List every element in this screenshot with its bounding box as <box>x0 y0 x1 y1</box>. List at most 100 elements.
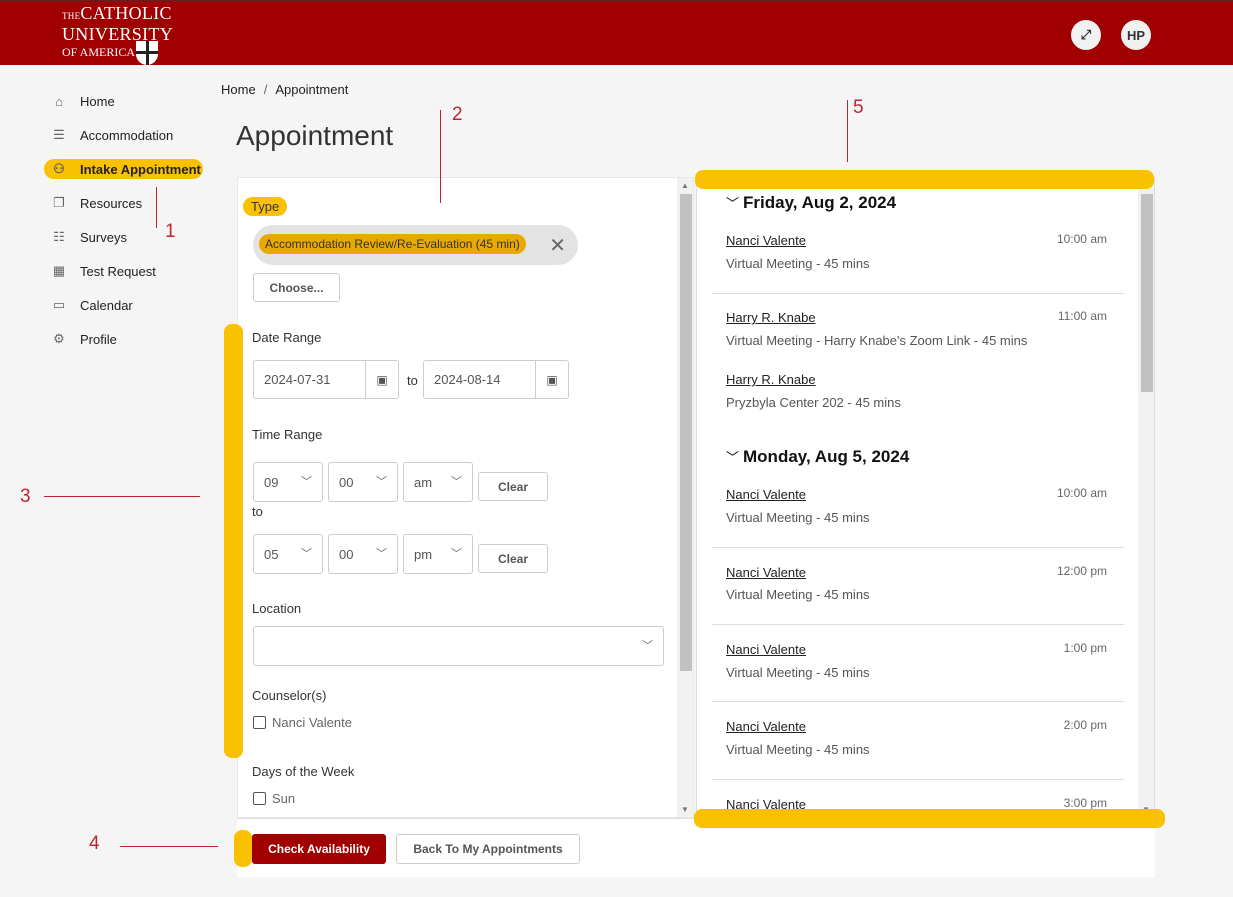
calendar-icon[interactable]: ▣ <box>535 361 568 398</box>
breadcrumb: Home / Appointment <box>221 82 348 97</box>
start-minute-value: 00 <box>339 475 354 490</box>
sidebar-item-label: Test Request <box>80 263 156 279</box>
slot-counselor-link[interactable]: Nanci Valente <box>726 233 806 248</box>
date-to-separator: to <box>407 373 418 388</box>
annotation-3: 3 <box>20 486 31 507</box>
sidebar-item-resources[interactable]: ❐ Resources <box>44 186 214 220</box>
breadcrumb-separator: / <box>263 82 268 97</box>
slot-counselor-link[interactable]: Nanci Valente <box>726 565 806 580</box>
chevron-down-icon: ﹀ <box>301 548 312 560</box>
chevron-down-icon: ﹀ <box>451 476 462 488</box>
sidebar-item-profile[interactable]: ⚙ Profile <box>44 322 214 356</box>
slot-detail: Virtual Meeting - 45 mins <box>726 510 870 525</box>
sidebar-item-surveys[interactable]: ☷ Surveys <box>44 220 214 254</box>
chevron-down-icon: ﹀ <box>726 196 740 211</box>
slot-time: 10:00 am <box>1056 486 1107 500</box>
location-select[interactable]: ﹀ <box>253 626 664 666</box>
start-ampm-select[interactable]: am ﹀ <box>403 462 473 502</box>
gear-icon: ⚙ <box>53 331 65 346</box>
annotation-4: 4 <box>89 833 100 854</box>
counselors-label: Counselor(s) <box>252 688 327 703</box>
slot-counselor-link[interactable]: Harry R. Knabe <box>726 310 816 325</box>
sidebar-item-test-request[interactable]: ▦ Test Request <box>44 254 214 288</box>
scroll-down-icon[interactable]: ▼ <box>681 805 689 814</box>
sidebar-item-home[interactable]: ⌂ Home <box>44 84 214 118</box>
annotation-arrow-1 <box>156 187 157 228</box>
slot-time: 1:00 pm <box>1063 641 1107 655</box>
days-of-week-label: Days of the Week <box>252 764 355 779</box>
checkbox-icon[interactable] <box>253 716 266 729</box>
slot-counselor-link[interactable]: Nanci Valente <box>726 487 806 502</box>
appointment-filter-form: Type Accommodation Review/Re-Evaluation … <box>237 177 694 818</box>
start-minute-select[interactable]: 00 ﹀ <box>328 462 398 502</box>
chevron-down-icon: ﹀ <box>301 476 312 488</box>
sidebar-item-calendar[interactable]: ▭ Calendar <box>44 288 214 322</box>
end-hour-select[interactable]: 05 ﹀ <box>253 534 323 574</box>
sidebar-item-label: Intake Appointment <box>80 161 201 177</box>
sidebar-item-label: Accommodation <box>80 127 174 143</box>
date-from-input[interactable]: 2024-07-31 ▣ <box>253 360 399 399</box>
start-ampm-value: am <box>414 475 433 490</box>
annotation-arrow-2 <box>440 110 441 203</box>
end-minute-select[interactable]: 00 ﹀ <box>328 534 398 574</box>
available-slots-panel: ﹀ Friday, Aug 2, 2024 Nanci Valente 10:00… <box>696 177 1155 818</box>
scrollbar-thumb[interactable] <box>680 194 692 671</box>
breadcrumb-home[interactable]: Home <box>221 82 256 97</box>
slot-divider <box>712 779 1124 780</box>
date-to-input[interactable]: 2024-08-14 ▣ <box>423 360 569 399</box>
checkbox-icon[interactable] <box>253 792 266 805</box>
scrollbar-thumb[interactable] <box>1141 194 1153 392</box>
day-checkbox-sun[interactable]: Sun <box>253 791 295 806</box>
chevron-down-icon: ﹀ <box>642 640 653 652</box>
calendar-icon: ▭ <box>52 297 66 312</box>
day-header[interactable]: ﹀ Monday, Aug 5, 2024 <box>726 447 909 467</box>
expand-button[interactable]: ⤢ <box>1071 20 1101 50</box>
highlight-bar-slots-top <box>695 170 1154 189</box>
day-header[interactable]: ﹀ Friday, Aug 2, 2024 <box>726 193 896 213</box>
slots-scrollbar[interactable]: ▲ ▼ <box>1138 178 1154 817</box>
message-list-icon: ☰ <box>53 127 65 142</box>
day-date: Friday, Aug 2, 2024 <box>743 193 897 212</box>
start-hour-select[interactable]: 09 ﹀ <box>253 462 323 502</box>
highlight-bar-slots-bottom <box>694 809 1165 828</box>
counselor-option-label: Nanci Valente <box>272 715 352 730</box>
day-date: Monday, Aug 5, 2024 <box>743 447 910 466</box>
location-label: Location <box>252 601 302 616</box>
slot-counselor-link[interactable]: Harry R. Knabe <box>726 372 816 387</box>
type-label: Type <box>243 197 288 216</box>
form-scrollbar[interactable]: ▲ ▼ <box>677 178 693 817</box>
check-availability-button[interactable]: Check Availability <box>252 834 386 864</box>
start-hour-value: 09 <box>264 475 279 490</box>
slot-detail: Virtual Meeting - 45 mins <box>726 587 870 602</box>
slot-counselor-link[interactable]: Nanci Valente <box>726 642 806 657</box>
type-chip-label: Accommodation Review/Re-Evaluation (45 m… <box>259 234 526 254</box>
expand-icon: ⤢ <box>1080 27 1092 42</box>
slot-divider <box>712 547 1124 548</box>
annotation-arrow-5 <box>847 100 848 162</box>
sidebar-item-intake-appointment[interactable]: ⚇ Intake Appointment <box>44 159 203 179</box>
end-ampm-select[interactable]: pm ﹀ <box>403 534 473 574</box>
slot-counselor-link[interactable]: Nanci Valente <box>726 719 806 734</box>
calendar-icon[interactable]: ▣ <box>365 361 398 398</box>
slot-time: 10:00 am <box>1056 232 1107 246</box>
clear-end-time-button[interactable]: Clear <box>478 544 548 573</box>
avatar[interactable]: HP <box>1121 20 1151 50</box>
close-icon[interactable]: ✕ <box>549 233 566 258</box>
choose-button[interactable]: Choose... <box>253 273 340 302</box>
clear-start-time-button[interactable]: Clear <box>478 472 548 501</box>
top-bar: THECATHOLIC UNIVERSITY OF AMERICA ⤢ HP <box>0 0 1233 65</box>
slot-detail: Virtual Meeting - Harry Knabe's Zoom Lin… <box>726 333 1028 348</box>
page-title: Appointment <box>236 120 394 151</box>
type-chip: Accommodation Review/Re-Evaluation (45 m… <box>253 225 578 265</box>
home-icon: ⌂ <box>55 93 63 109</box>
highlight-bar-check <box>234 830 252 867</box>
chevron-down-icon: ﹀ <box>376 548 387 560</box>
scroll-up-icon[interactable]: ▲ <box>681 181 689 190</box>
slot-detail: Virtual Meeting - 45 mins <box>726 256 870 271</box>
sidebar-item-accommodation[interactable]: ☰ Accommodation <box>44 118 214 152</box>
end-ampm-value: pm <box>414 547 433 562</box>
counselor-checkbox[interactable]: Nanci Valente <box>253 715 352 730</box>
annotation-2: 2 <box>452 104 463 125</box>
back-to-appointments-button[interactable]: Back To My Appointments <box>396 834 580 864</box>
university-logo[interactable]: THECATHOLIC UNIVERSITY OF AMERICA <box>62 4 173 65</box>
